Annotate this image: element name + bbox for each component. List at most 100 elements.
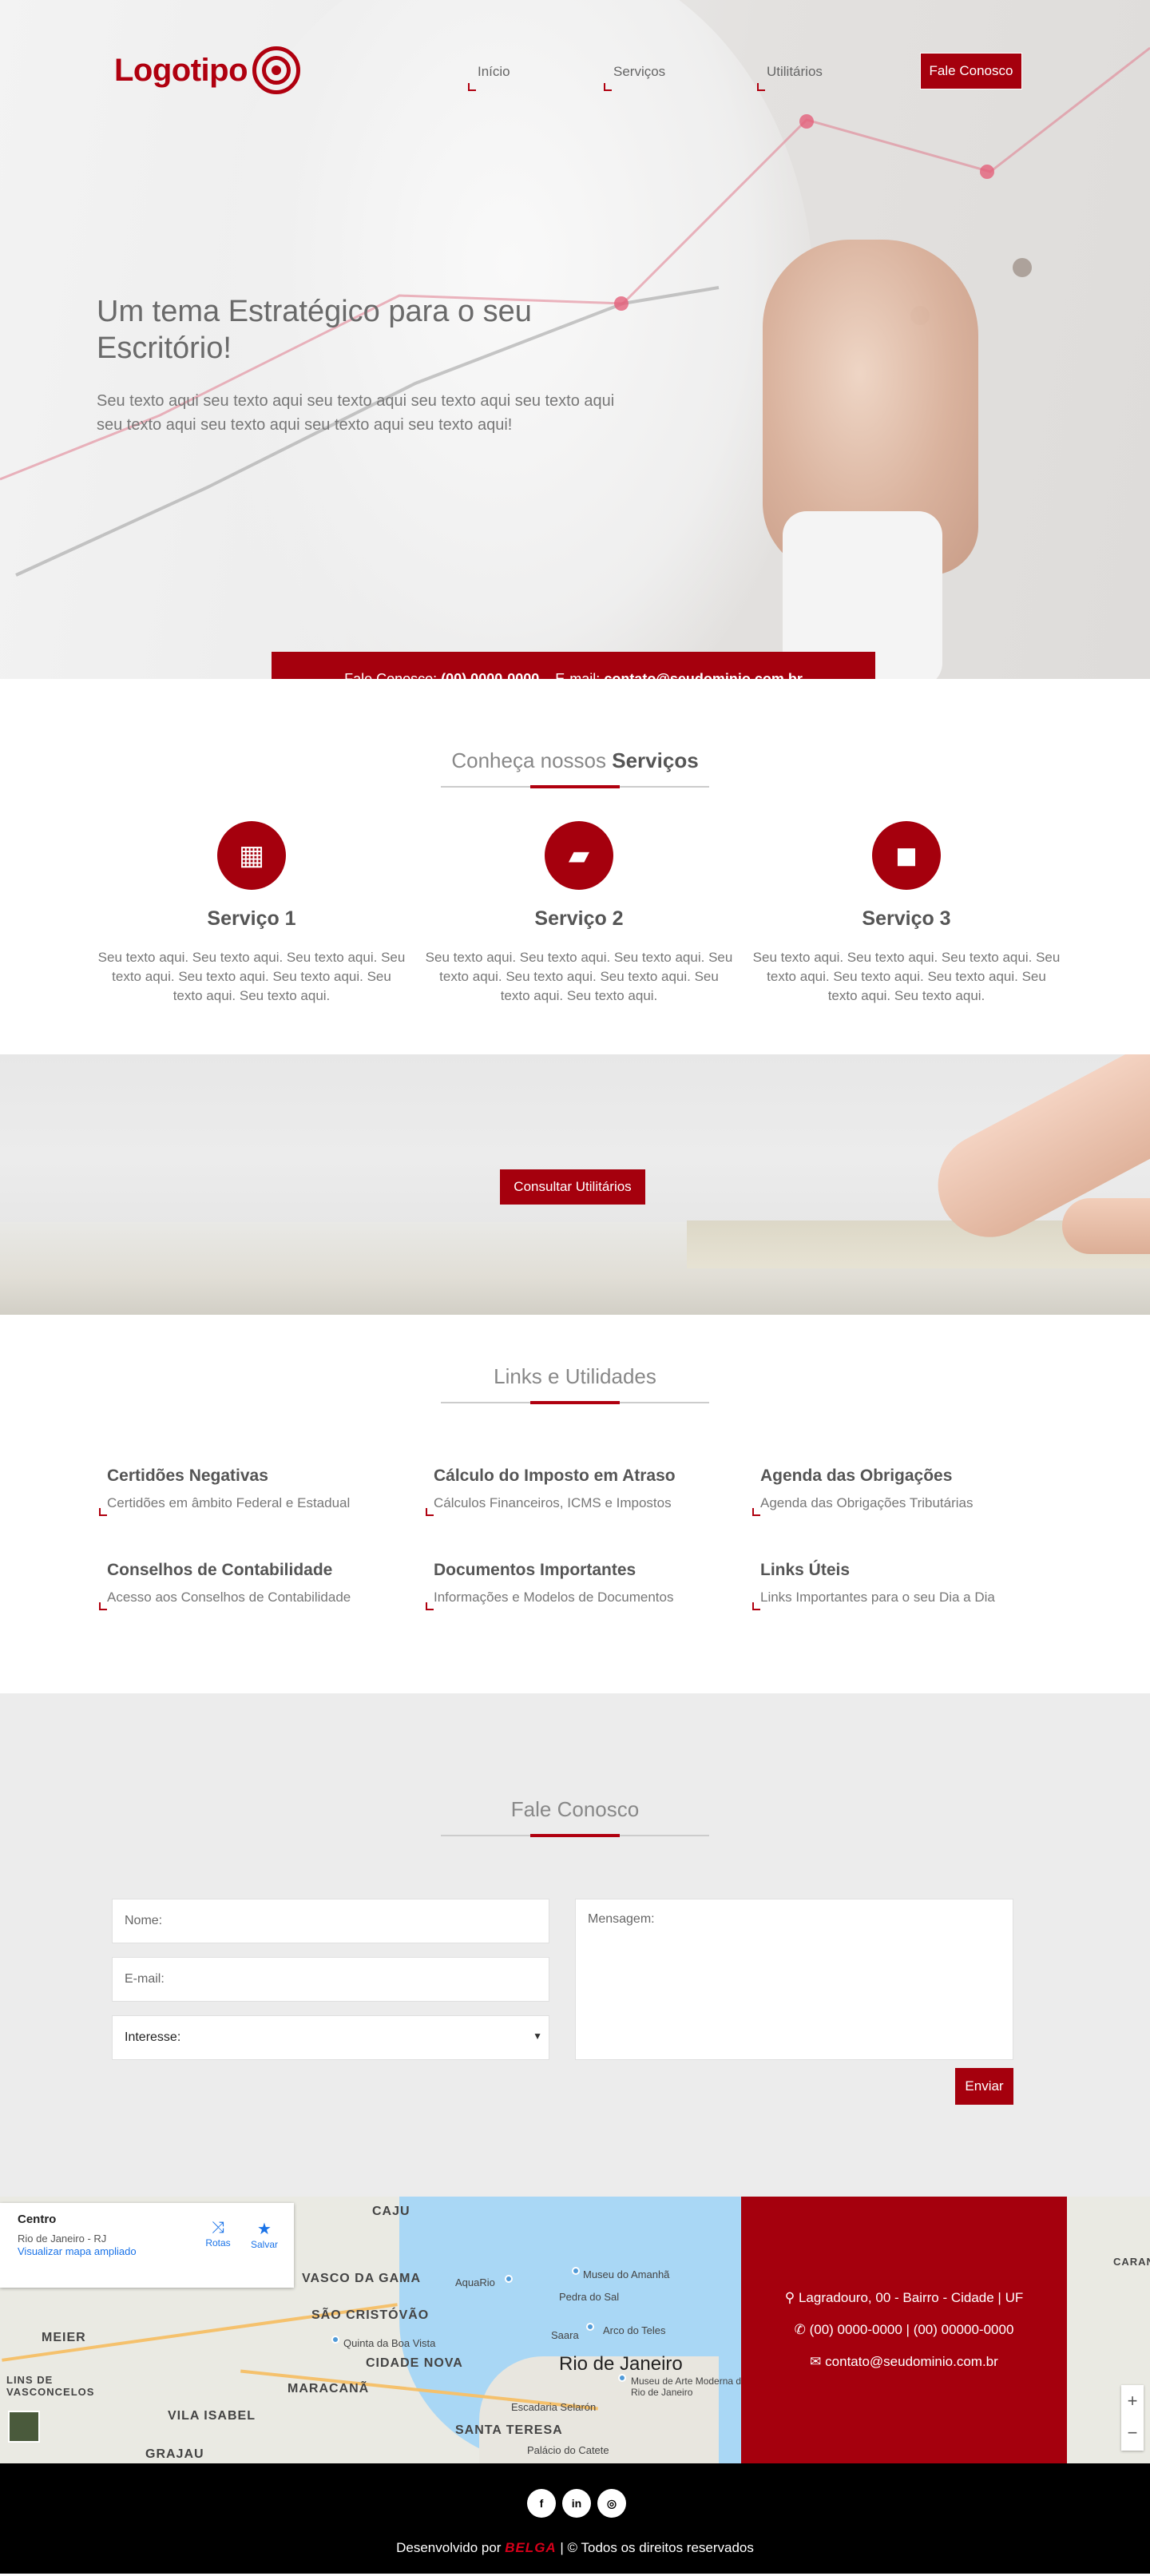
map-label: AquaRio [455,2276,495,2288]
link-title: Conselhos de Contabilidade [107,1561,333,1579]
map-pin-icon [618,2374,626,2382]
title-divider [441,1834,709,1837]
links-section: Links e Utilidades Certidões Negativas C… [0,1315,1150,1693]
link-title: Links Úteis [760,1561,851,1579]
address-box: ⚲ Lagradouro, 00 - Bairro - Cidade | UF … [741,2197,1067,2463]
utilities-button[interactable]: Consultar Utilitários [500,1169,645,1205]
link-item-agenda[interactable]: Agenda das Obrigações Agenda das Obrigaç… [752,1467,1080,1516]
linkedin-icon[interactable]: in [562,2489,591,2518]
email-line: ✉ contato@seudominio.com.br [810,2354,998,2369]
map-label: Pedra do Sal [559,2291,620,2303]
credits-suffix: | © Todos os direitos reservados [560,2540,754,2555]
map-label: LINS DE VASCONCELOS [6,2374,95,2398]
strip-phone[interactable]: (00) 0000-0000 [441,671,539,680]
satellite-view-toggle[interactable] [8,2411,40,2443]
title-divider [441,1401,709,1404]
services-title: Conheça nossos Serviços [0,748,1150,773]
link-item-links-uteis[interactable]: Links Úteis Links Importantes para o seu… [752,1561,1080,1610]
services-title-light: Conheça nossos [451,748,607,772]
services-section: Conheça nossos Serviços ▦ Serviço 1 Seu … [0,679,1150,1054]
strip-email-label: E-mail: [555,670,601,680]
map-pin-icon [586,2323,594,2331]
hero-section: Logotipo Início Serviços Utilitários Fal… [0,0,1150,679]
map-label: Arco do Teles [603,2324,666,2336]
map-zoom-control[interactable]: + − [1121,2385,1144,2451]
service-card-3: ◼ Serviço 3 Seu texto aqui. Seu texto aq… [743,821,1070,1006]
map-label: Saara [551,2329,579,2341]
send-button[interactable]: Enviar [955,2068,1013,2105]
nav-utilitarios[interactable]: Utilitários [767,64,823,80]
map-enlarge-link[interactable]: Visualizar mapa ampliado [18,2245,137,2257]
corner-marker [426,1508,434,1516]
map-pin-icon [331,2336,339,2344]
interest-select[interactable]: Interesse: ▼ [112,2015,549,2060]
service-card-2: ▰ Serviço 2 Seu texto aqui. Seu texto aq… [415,821,743,1006]
zoom-out-button[interactable]: − [1121,2417,1144,2449]
links-title: Links e Utilidades [494,1364,656,1388]
map-label: Rio de Janeiro [559,2353,683,2375]
service-title: Serviço 1 [207,907,296,930]
link-title: Agenda das Obrigações [760,1467,953,1485]
contact-title: Fale Conosco [510,1797,640,1821]
service-title: Serviço 2 [534,907,624,930]
corner-marker [752,1508,760,1516]
zoom-in-button[interactable]: + [1121,2385,1144,2417]
map-label: SANTA TERESA [455,2423,563,2437]
link-item-calculo[interactable]: Cálculo do Imposto em Atraso Cálculos Fi… [426,1467,753,1516]
contact-strip: Fale Conosco: (00) 0000-0000 E-mail: con… [272,652,875,679]
strip-phone-label: Fale Conosco: [344,670,438,680]
service-text: Seu texto aqui. Seu texto aqui. Seu text… [752,950,1061,1003]
map-save-button[interactable]: ★ Salvar [244,2219,284,2250]
link-item-documentos[interactable]: Documentos Importantes Informações e Mod… [426,1561,753,1610]
map-label: VILA ISABEL [168,2409,256,2423]
service-text: Seu texto aqui. Seu texto aqui. Seu text… [97,950,406,1003]
hero-text: Seu texto aqui seu texto aqui seu texto … [97,392,615,434]
developer-brand-link[interactable]: BELGA [505,2540,557,2555]
corner-marker [426,1602,434,1610]
map-label: Museu de Arte Moderna do Rio de Janeiro [631,2376,747,2398]
envelope-icon: ✉ [810,2354,822,2369]
map-label: GRAJAU [145,2447,204,2461]
link-text: Acesso aos Conselhos de Contabilidade [107,1590,351,1605]
map-label: VASCO DA GAMA [302,2272,421,2285]
strip-email[interactable]: contato@seudominio.com.br [604,671,803,680]
message-field[interactable]: Mensagem: [575,1899,1013,2060]
map-info-card: Centro Rio de Janeiro - RJ Visualizar ma… [0,2203,294,2288]
service-text: Seu texto aqui. Seu texto aqui. Seu text… [425,950,733,1003]
map-label: SÃO CRISTÓVÃO [311,2308,430,2322]
book-icon: ▰ [545,821,613,890]
map-section[interactable]: CAJU JACARE VASCO DA GAMA SÃO CRISTÓVÃO … [0,2197,1150,2463]
service-title: Serviço 3 [862,907,951,930]
corner-marker [99,1508,107,1516]
service-card-1: ▦ Serviço 1 Seu texto aqui. Seu texto aq… [88,821,415,1006]
directions-icon: ⤨ [212,2219,224,2237]
dropdown-caret-icon: ▼ [533,2030,542,2042]
map-label: CARANI [1113,2256,1150,2268]
corner-marker [99,1602,107,1610]
social-links: f in ◎ [527,2489,632,2518]
map-routes-button[interactable]: ⤨ Rotas [198,2219,238,2249]
link-title: Documentos Importantes [434,1561,636,1579]
nav-contact-button[interactable]: Fale Conosco [920,53,1022,89]
name-field[interactable]: Nome: [112,1899,549,1943]
link-title: Certidões Negativas [107,1467,268,1485]
instagram-icon[interactable]: ◎ [597,2489,626,2518]
map-pin-icon [572,2267,580,2275]
phone-icon: ✆ [794,2322,806,2337]
title-divider [441,785,709,788]
link-text: Cálculos Financeiros, ICMS e Impostos [434,1495,672,1510]
map-label: MARACANÃ [288,2382,370,2395]
link-item-conselhos[interactable]: Conselhos de Contabilidade Acesso aos Co… [99,1561,426,1610]
star-icon: ★ [257,2221,272,2238]
nav-servicos[interactable]: Serviços [613,64,665,80]
nav-inicio[interactable]: Início [478,64,510,80]
map-label: MEIER [42,2331,86,2344]
briefcase-icon: ◼ [872,821,941,890]
map-label: CIDADE NOVA [366,2356,463,2370]
link-text: Agenda das Obrigações Tributárias [760,1495,974,1510]
link-item-certidoes[interactable]: Certidões Negativas Certidões em âmbito … [99,1467,426,1516]
email-field[interactable]: E-mail: [112,1957,549,2002]
services-title-bold: Serviços [612,748,699,772]
utilities-banner: Consultar Utilitários [0,1054,1150,1315]
facebook-icon[interactable]: f [527,2489,556,2518]
